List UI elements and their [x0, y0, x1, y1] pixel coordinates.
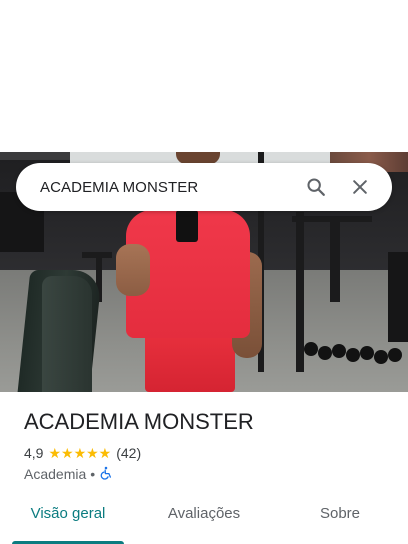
search-icon[interactable] [298, 169, 334, 205]
place-category[interactable]: Academia [24, 466, 86, 482]
search-query[interactable]: ACADEMIA MONSTER [40, 179, 290, 196]
category-row: Academia • [24, 465, 113, 483]
blank-area [0, 0, 408, 152]
search-bar[interactable]: ACADEMIA MONSTER [16, 163, 392, 211]
close-icon[interactable] [342, 169, 378, 205]
rating-value: 4,9 [24, 445, 44, 461]
tab-reviews[interactable]: Avaliações [136, 500, 272, 544]
tab-overview[interactable]: Visão geral [0, 500, 136, 544]
place-info-panel: ACADEMIA MONSTER 4,9 ★★★★★ (42) Academia… [0, 392, 408, 544]
tab-about[interactable]: Sobre [272, 500, 408, 544]
rating-row[interactable]: 4,9 ★★★★★ (42) [24, 444, 141, 462]
rating-stars: ★★★★★ [48, 445, 112, 461]
place-title: ACADEMIA MONSTER [24, 409, 254, 434]
reviews-count[interactable]: (42) [116, 445, 141, 461]
tab-bar: Visão geral Avaliações Sobre [0, 500, 408, 544]
separator-dot: • [90, 466, 96, 482]
wheelchair-icon [99, 466, 113, 483]
